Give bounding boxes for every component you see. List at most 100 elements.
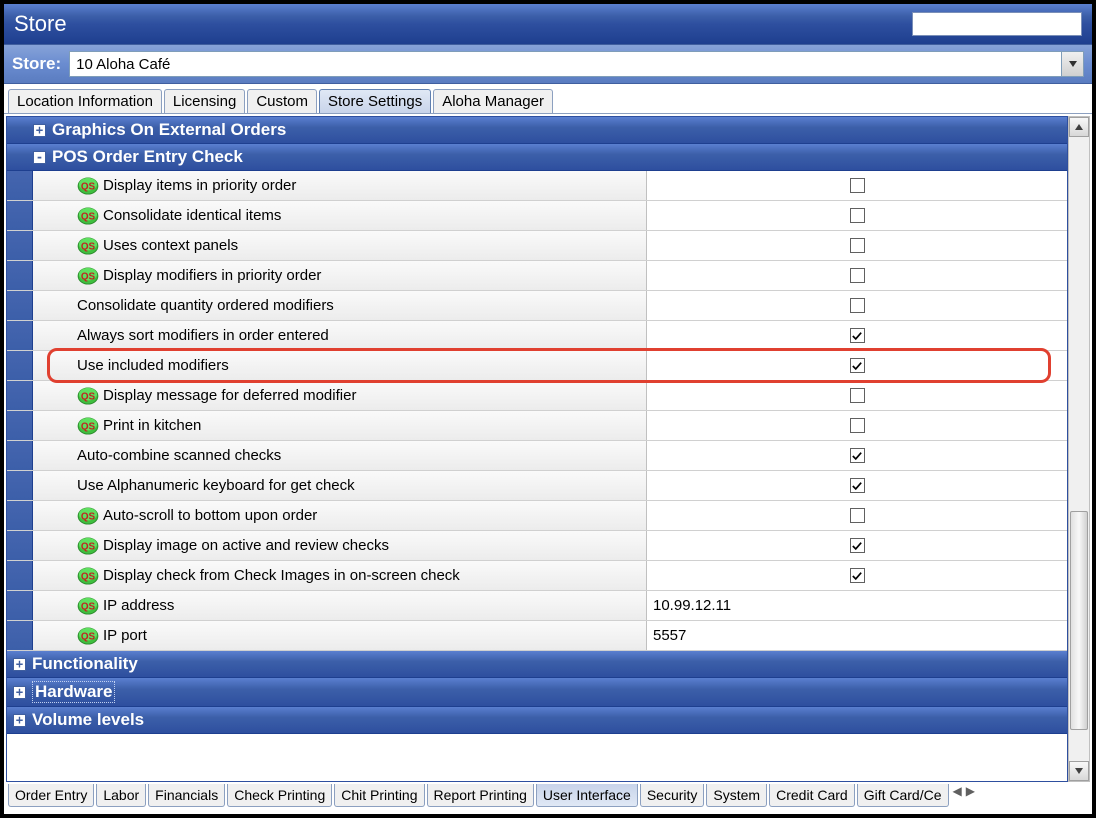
setting-label-cell: Auto-combine scanned checks [7, 441, 647, 470]
setting-label-cell: Use Alphanumeric keyboard for get check [7, 471, 647, 500]
top-tab-licensing[interactable]: Licensing [164, 89, 245, 113]
setting-value-cell [647, 471, 1067, 500]
qs-icon: QS [77, 177, 99, 195]
setting-row: QS IP address10.99.12.11 [7, 591, 1067, 621]
setting-row: Consolidate quantity ordered modifiers [7, 291, 1067, 321]
checkbox[interactable] [850, 358, 865, 373]
group-header-functionality[interactable]: +Functionality [7, 651, 1067, 678]
setting-value-cell [647, 561, 1067, 590]
top-tab-custom[interactable]: Custom [247, 89, 317, 113]
bottom-tab-order-entry[interactable]: Order Entry [8, 784, 94, 807]
setting-row: Auto-combine scanned checks [7, 441, 1067, 471]
checkbox[interactable] [850, 208, 865, 223]
top-tabstrip: Location InformationLicensingCustomStore… [4, 84, 1092, 114]
store-dropdown[interactable]: 10 Aloha Café [69, 51, 1084, 77]
bottom-tab-check-printing[interactable]: Check Printing [227, 784, 332, 807]
scroll-track[interactable] [1069, 137, 1089, 761]
setting-label: Consolidate quantity ordered modifiers [77, 297, 334, 314]
tree-gutter [7, 381, 33, 410]
checkbox[interactable] [850, 298, 865, 313]
expand-icon[interactable]: + [13, 686, 26, 699]
checkbox[interactable] [850, 538, 865, 553]
group-header-pos-order-entry[interactable]: -POS Order Entry Check [7, 144, 1067, 171]
setting-label-cell: QS IP port [7, 621, 647, 650]
svg-text:QS: QS [81, 631, 96, 642]
checkbox[interactable] [850, 478, 865, 493]
setting-row: QS Display message for deferred modifier [7, 381, 1067, 411]
setting-value-cell[interactable]: 5557 [647, 621, 1067, 650]
setting-value-cell[interactable]: 10.99.12.11 [647, 591, 1067, 620]
group-header-hardware[interactable]: +Hardware [7, 678, 1067, 707]
svg-text:QS: QS [81, 421, 96, 432]
setting-label: Display message for deferred modifier [103, 387, 356, 404]
title-bar: Store [4, 4, 1092, 44]
setting-label-cell: QS Consolidate identical items [7, 201, 647, 230]
setting-value-text: 10.99.12.11 [653, 597, 731, 614]
tree-gutter [7, 471, 33, 500]
checkbox[interactable] [850, 568, 865, 583]
svg-text:QS: QS [81, 541, 96, 552]
scroll-up-icon[interactable] [1069, 117, 1089, 137]
bottom-tab-labor[interactable]: Labor [96, 784, 146, 807]
svg-text:QS: QS [81, 511, 96, 522]
bottom-tab-system[interactable]: System [706, 784, 767, 807]
vertical-scrollbar[interactable] [1068, 116, 1090, 782]
titlebar-search-input[interactable] [912, 12, 1082, 36]
collapse-icon[interactable]: - [33, 151, 46, 164]
checkbox[interactable] [850, 508, 865, 523]
setting-label: Display items in priority order [103, 177, 296, 194]
setting-label: IP port [103, 627, 147, 644]
top-tab-aloha-manager[interactable]: Aloha Manager [433, 89, 553, 113]
svg-text:QS: QS [81, 211, 96, 222]
setting-row: QS Display modifiers in priority order [7, 261, 1067, 291]
scroll-down-icon[interactable] [1069, 761, 1089, 781]
tree-gutter [7, 441, 33, 470]
setting-label: Display modifiers in priority order [103, 267, 321, 284]
setting-value-cell [647, 411, 1067, 440]
qs-icon: QS [77, 207, 99, 225]
expand-icon[interactable]: + [13, 714, 26, 727]
checkbox[interactable] [850, 388, 865, 403]
bottom-tab-user-interface[interactable]: User Interface [536, 784, 638, 807]
checkbox[interactable] [850, 268, 865, 283]
bottom-tab-report-printing[interactable]: Report Printing [427, 784, 534, 807]
checkbox[interactable] [850, 328, 865, 343]
svg-text:QS: QS [81, 241, 96, 252]
tree-gutter [7, 411, 33, 440]
setting-row: QS Print in kitchen [7, 411, 1067, 441]
scroll-thumb[interactable] [1070, 511, 1088, 729]
bottom-tab-chit-printing[interactable]: Chit Printing [334, 784, 424, 807]
top-tab-location-information[interactable]: Location Information [8, 89, 162, 113]
setting-label: Display check from Check Images in on-sc… [103, 567, 460, 584]
checkbox[interactable] [850, 178, 865, 193]
setting-value-cell [647, 201, 1067, 230]
setting-value-cell [647, 231, 1067, 260]
bottom-tab-financials[interactable]: Financials [148, 784, 225, 807]
setting-row: Use included modifiers [7, 351, 1067, 381]
tree-gutter [7, 621, 33, 650]
checkbox[interactable] [850, 448, 865, 463]
setting-label: Uses context panels [103, 237, 238, 254]
tab-scroll-right-icon[interactable]: ▶ [966, 784, 975, 798]
bottom-tab-gift-card-ce[interactable]: Gift Card/Ce [857, 784, 949, 807]
bottom-tab-credit-card[interactable]: Credit Card [769, 784, 855, 807]
tree-gutter [7, 591, 33, 620]
setting-value-cell [647, 501, 1067, 530]
setting-value-cell [647, 381, 1067, 410]
checkbox[interactable] [850, 418, 865, 433]
tree-gutter [7, 291, 33, 320]
qs-icon: QS [77, 387, 99, 405]
setting-label: Use Alphanumeric keyboard for get check [77, 477, 355, 494]
checkbox[interactable] [850, 238, 865, 253]
expand-icon[interactable]: + [13, 658, 26, 671]
setting-row: QS Uses context panels [7, 231, 1067, 261]
top-tab-store-settings[interactable]: Store Settings [319, 89, 431, 113]
bottom-tab-security[interactable]: Security [640, 784, 705, 807]
expand-icon[interactable]: + [33, 124, 46, 137]
setting-label: Auto-combine scanned checks [77, 447, 281, 464]
group-header-volume-levels[interactable]: +Volume levels [7, 707, 1067, 734]
tree-gutter [7, 321, 33, 350]
tab-scroll-left-icon[interactable]: ◀ [953, 784, 962, 798]
group-header-graphics-external[interactable]: +Graphics On External Orders [7, 117, 1067, 144]
store-selected-value: 10 Aloha Café [76, 56, 170, 73]
